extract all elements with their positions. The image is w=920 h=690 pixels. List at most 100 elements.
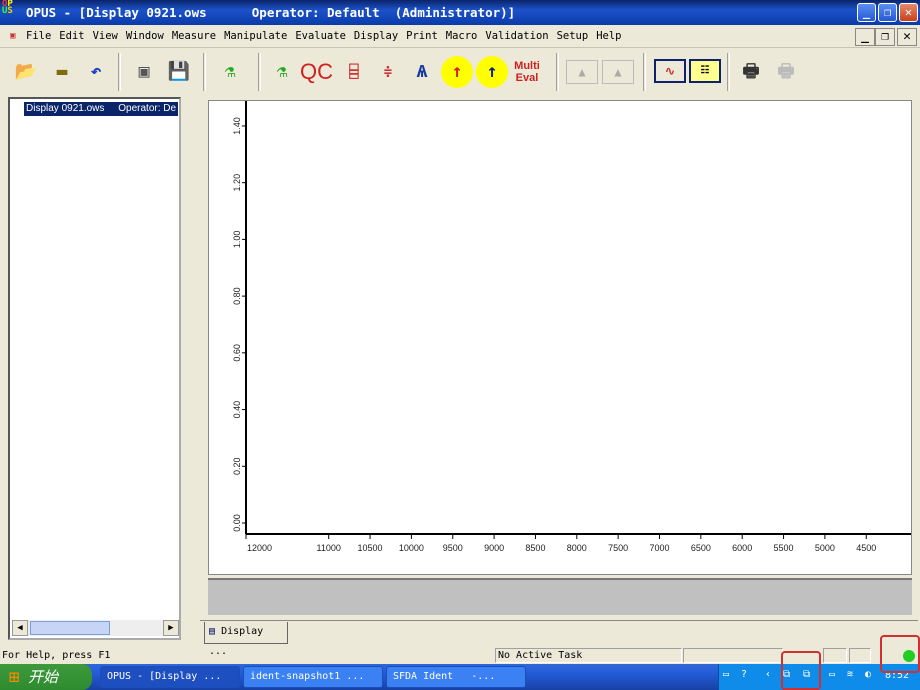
chart-window-icon: ▤ — [209, 626, 216, 637]
keyboard-icon[interactable]: ▭ — [723, 669, 729, 680]
status-pane — [823, 648, 847, 663]
close-button[interactable]: ✕ — [899, 3, 918, 22]
print-disabled-icon: 🖶 — [777, 61, 795, 82]
mdi-restore-button[interactable]: ❐ — [875, 28, 895, 46]
x-tick-label: 7000 — [649, 543, 669, 553]
qc-button[interactable]: QC — [300, 56, 333, 88]
mdi-minimize-button[interactable]: _ — [855, 28, 875, 46]
y-tick-label: 0.80 — [232, 287, 242, 305]
save-icon[interactable]: 💾 — [163, 56, 195, 88]
minimize-button[interactable]: _ — [857, 3, 876, 22]
x-tick-label: 10500 — [358, 543, 383, 553]
menu-print[interactable]: Print — [406, 25, 438, 48]
menu-edit[interactable]: Edit — [59, 25, 84, 48]
zoom-in-disabled-icon: ▲ — [566, 60, 598, 84]
x-tick-label: 4500 — [856, 543, 876, 553]
windows-logo-icon: ⊞ — [8, 668, 21, 686]
spectrum-structure-icon[interactable]: ⌸ — [338, 56, 370, 88]
highlight-box — [880, 635, 920, 673]
spectrum-window-icon[interactable]: ∿ — [654, 59, 686, 83]
ident-up-red-icon[interactable]: ↑ — [441, 56, 473, 88]
start-button[interactable]: ⊞ 开始 — [0, 664, 92, 690]
report-window-icon[interactable]: ☷ — [689, 59, 721, 83]
wireless-icon[interactable]: ≋ — [847, 669, 853, 680]
menu-setup[interactable]: Setup — [557, 25, 589, 48]
x-tick-label: 6500 — [691, 543, 711, 553]
horizontal-scrollbar[interactable]: ◀ ▶ — [12, 620, 179, 636]
peak-icon[interactable]: Ѧ — [406, 56, 438, 88]
taskbar-item-sfda-ident[interactable]: SFDA Ident -... — [386, 666, 526, 688]
measure-icon[interactable]: ⚗ — [214, 56, 246, 88]
ident-up-blue-icon[interactable]: ↑ — [476, 56, 508, 88]
status-pane — [849, 648, 871, 663]
help-icon[interactable]: ? — [741, 669, 747, 680]
y-tick-label: 0.60 — [232, 344, 242, 362]
title-bar: OP US OPUS - [Display 0921.ows Operator: … — [0, 0, 920, 25]
x-tick-label: 7500 — [608, 543, 628, 553]
highlight-box — [781, 651, 821, 690]
menu-manipulate[interactable]: Manipulate — [224, 25, 287, 48]
multi-eval-button[interactable]: Multi Eval — [511, 56, 543, 88]
y-tick-label: 1.00 — [232, 231, 242, 249]
toolbar-separator — [643, 53, 646, 91]
status-task: No Active Task — [495, 648, 682, 663]
scroll-left-icon[interactable]: ◀ — [12, 620, 28, 636]
y-tick-label: 0.20 — [232, 458, 242, 476]
volume-icon[interactable]: ◐ — [865, 669, 871, 680]
spectrum-chart[interactable]: 0.00 0.20 0.40 0.60 0.80 1.00 1.20 1.40 12000 110… — [209, 101, 911, 574]
x-tick-label: 6000 — [732, 543, 752, 553]
undo-icon[interactable]: ↶ — [80, 56, 112, 88]
x-tick-label: 8500 — [525, 543, 545, 553]
restore-button[interactable]: ❐ — [878, 3, 897, 22]
monitor-icon[interactable]: ▭ — [829, 669, 835, 680]
window-tab-bar: ▤ Display ... — [200, 620, 918, 657]
open-folder-icon[interactable]: ▬ — [46, 56, 78, 88]
taskbar-item-opus[interactable]: OPUS - [Display ... — [100, 666, 240, 688]
menu-display[interactable]: Display — [354, 25, 398, 48]
status-help-text: For Help, press F1 — [2, 650, 111, 661]
scroll-thumb[interactable] — [30, 621, 110, 635]
menu-view[interactable]: View — [93, 25, 118, 48]
toolbar-separator — [258, 53, 261, 91]
print-icon[interactable]: 🖶 — [735, 56, 767, 88]
taskbar-item-ident-snapshot[interactable]: ident-snapshot1 ... — [243, 666, 383, 688]
y-tick-label: 0.40 — [232, 401, 242, 419]
multi-eval-label: Multi — [514, 60, 540, 72]
tree-item-display[interactable]: Display 0921.ows Operator: De — [24, 102, 179, 116]
advanced-measure-icon[interactable]: ⚗ — [266, 56, 298, 88]
open-file-icon[interactable]: 📂 — [10, 56, 42, 88]
toolbar-separator — [556, 53, 559, 91]
toolbar-separator — [727, 53, 730, 91]
scroll-right-icon[interactable]: ▶ — [163, 620, 179, 636]
menu-file[interactable]: File — [26, 25, 51, 48]
toolbar-separator — [203, 53, 206, 91]
save-all-icon[interactable]: ▣ — [128, 56, 160, 88]
tab-display[interactable]: ▤ Display ... — [204, 622, 288, 657]
menu-validation[interactable]: Validation — [485, 25, 548, 48]
x-tick-label: 5000 — [815, 543, 835, 553]
x-tick-label: 8000 — [567, 543, 587, 553]
mdi-close-button[interactable]: ✕ — [897, 28, 917, 46]
zoom-out-disabled-icon: ▲ — [602, 60, 634, 84]
mdi-area: 0.00 0.20 0.40 0.60 0.80 1.00 1.20 1.40 12000 110… — [200, 95, 918, 620]
menu-evaluate[interactable]: Evaluate — [295, 25, 346, 48]
menu-measure[interactable]: Measure — [172, 25, 216, 48]
x-tick-label: 5500 — [774, 543, 794, 553]
menu-bar: ▣ File Edit View Window Measure Manipulate Eva… — [0, 25, 920, 48]
tray-expand-icon[interactable]: ‹ — [765, 669, 771, 680]
start-label: 开始 — [28, 668, 59, 686]
menu-help[interactable]: Help — [596, 25, 621, 48]
x-tick-label: 9500 — [443, 543, 463, 553]
spectrum-display[interactable]: 0.00 0.20 0.40 0.60 0.80 1.00 1.20 1.40 12000 110… — [208, 100, 912, 575]
compare-icon[interactable]: ≑ — [372, 56, 404, 88]
multi-eval-label: Eval — [515, 72, 539, 84]
toolbar: 📂 ▬ ↶ ▣ 💾 ⚗ ⚗ QC ⌸ ≑ Ѧ ↑ ↑ Multi Eval ▲ ▲… — [0, 49, 920, 95]
menu-window[interactable]: Window — [126, 25, 164, 48]
window-title: OPUS - [Display 0921.ows Operator: Defau… — [26, 5, 516, 20]
opus-doc-icon: ▣ — [10, 31, 16, 41]
menu-macro[interactable]: Macro — [446, 25, 478, 48]
y-tick-label: 1.40 — [232, 117, 242, 135]
toolbar-separator — [118, 53, 121, 91]
status-pane — [683, 648, 783, 663]
x-tick-label: 9000 — [484, 543, 504, 553]
